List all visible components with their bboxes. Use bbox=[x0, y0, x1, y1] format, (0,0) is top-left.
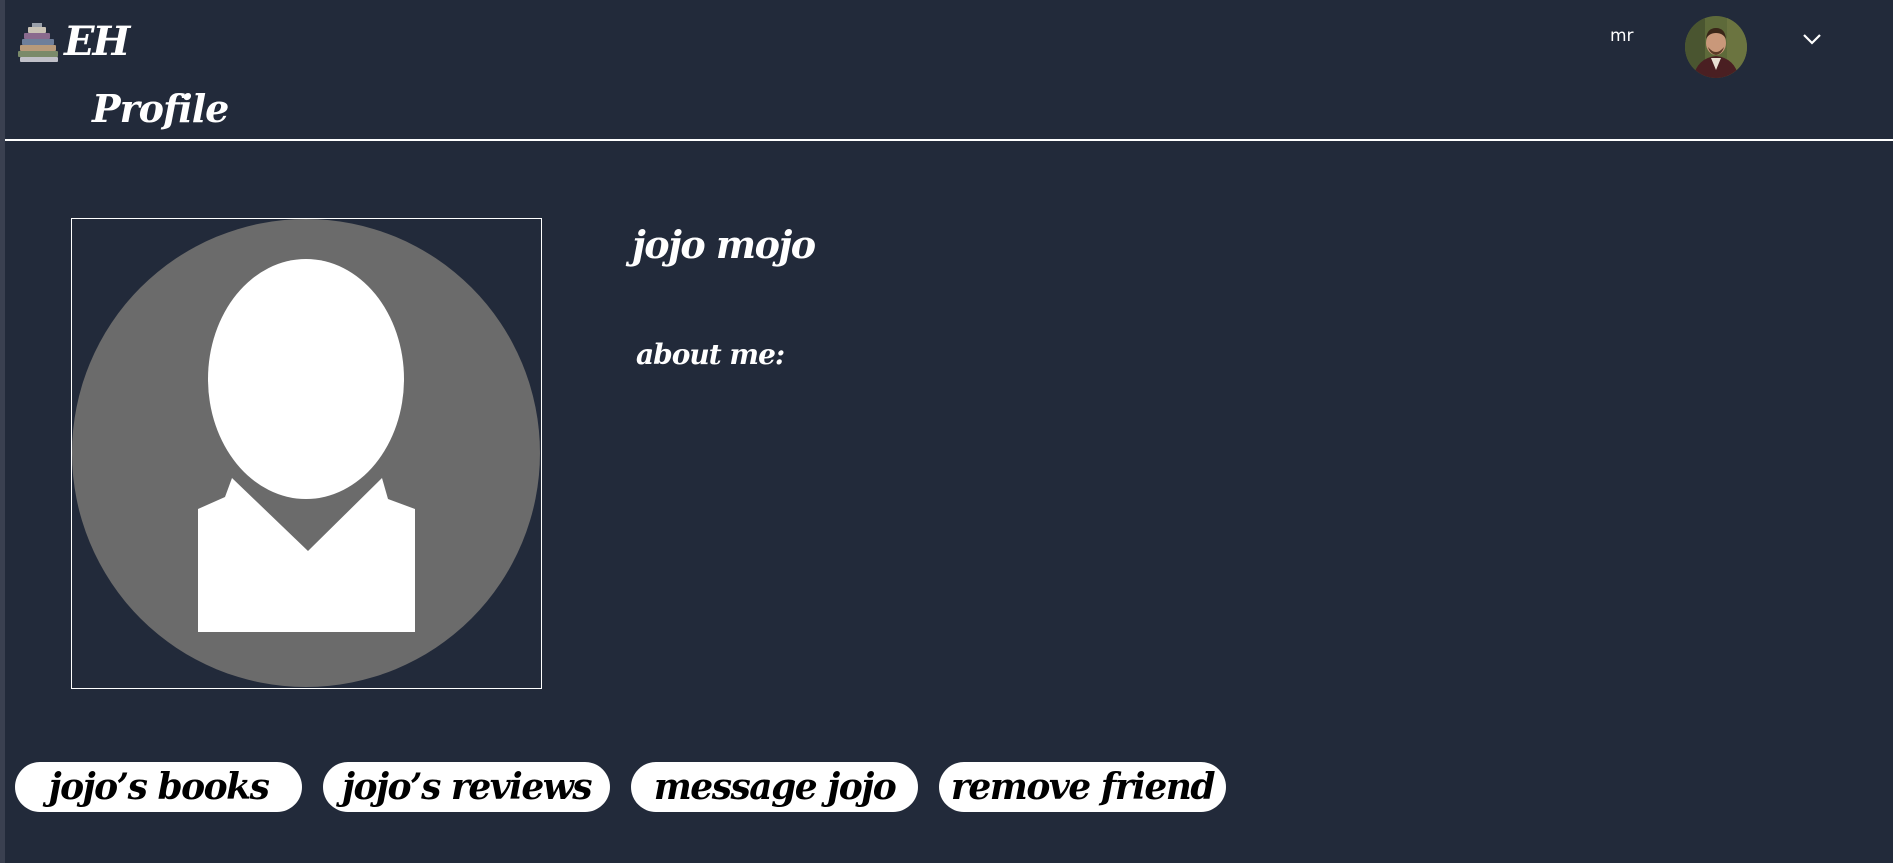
header-divider bbox=[5, 139, 1893, 141]
books-button[interactable]: jojo’s books bbox=[15, 762, 302, 812]
page-title: Profile bbox=[92, 86, 229, 131]
profile-photo bbox=[71, 218, 542, 689]
default-avatar-icon bbox=[72, 219, 540, 687]
user-initials: mr bbox=[1610, 26, 1634, 46]
reviews-button[interactable]: jojo’s reviews bbox=[323, 762, 610, 812]
book-stack-icon bbox=[18, 21, 62, 63]
about-me-label: about me: bbox=[636, 338, 785, 371]
site-logo[interactable]: EH bbox=[18, 18, 130, 65]
remove-friend-button[interactable]: remove friend bbox=[939, 762, 1226, 812]
profile-name: jojo mojo bbox=[632, 222, 816, 267]
message-button[interactable]: message jojo bbox=[631, 762, 918, 812]
logo-text: EH bbox=[64, 18, 130, 65]
window-edge bbox=[0, 0, 5, 863]
chevron-down-icon[interactable] bbox=[1800, 30, 1824, 48]
user-avatar[interactable] bbox=[1685, 16, 1747, 78]
